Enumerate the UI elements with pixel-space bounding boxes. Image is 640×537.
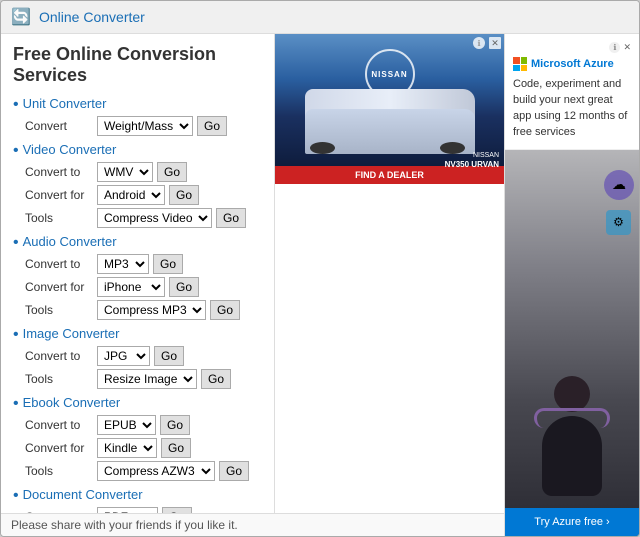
ad-info-icon: ℹ bbox=[473, 37, 485, 49]
bullet-icon: • bbox=[13, 143, 19, 159]
ebook-convert-for-select[interactable]: KindleKobo bbox=[97, 438, 157, 458]
azure-close-button[interactable]: ✕ bbox=[623, 42, 631, 53]
audio-tools-row: Tools Compress MP3Trim MP3 Go bbox=[13, 300, 262, 320]
app-icon: 🔄 bbox=[11, 7, 31, 27]
azure-brand-row: Microsoft Azure bbox=[513, 57, 631, 71]
video-convert-to-go[interactable]: Go bbox=[157, 162, 187, 182]
nissan-model: NISSAN NV350 URVAN bbox=[445, 152, 499, 170]
microsoft-logo bbox=[513, 57, 527, 71]
ebook-convert-for-row: Convert for KindleKobo Go bbox=[13, 438, 262, 458]
video-tools-go[interactable]: Go bbox=[216, 208, 246, 228]
azure-ad-panel: ℹ ✕ Microsoft Azure Code, experiment and… bbox=[505, 34, 639, 150]
ebook-convert-to-select[interactable]: EPUBMOBIPDF bbox=[97, 415, 156, 435]
bullet-icon: • bbox=[13, 396, 19, 412]
ebook-convert-for-label: Convert for bbox=[25, 441, 93, 455]
image-tools-select[interactable]: Resize ImageCrop Image bbox=[97, 369, 197, 389]
unit-go-button[interactable]: Go bbox=[197, 116, 227, 136]
image-tools-go[interactable]: Go bbox=[201, 369, 231, 389]
audio-convert-for-go[interactable]: Go bbox=[169, 277, 199, 297]
video-convert-for-label: Convert for bbox=[25, 188, 93, 202]
title-bar: 🔄 Online Converter bbox=[1, 1, 639, 34]
video-convert-to-label: Convert to bbox=[25, 165, 93, 179]
ebook-convert-to-go[interactable]: Go bbox=[160, 415, 190, 435]
nissan-logo-text: NISSAN bbox=[371, 70, 407, 79]
nissan-ad-close-button[interactable]: ✕ bbox=[489, 37, 501, 49]
image-convert-to-label: Convert to bbox=[25, 349, 93, 363]
unit-converter-section: • Unit Converter Convert Weight/Mass Len… bbox=[13, 96, 262, 136]
ebook-converter-section: • Ebook Converter Convert to EPUBMOBIPDF… bbox=[13, 395, 262, 481]
audio-tools-select[interactable]: Compress MP3Trim MP3 bbox=[97, 300, 206, 320]
video-converter-link[interactable]: Video Converter bbox=[23, 142, 117, 157]
audio-convert-to-label: Convert to bbox=[25, 257, 93, 271]
converters-panel: Free Online Conversion Services • Unit C… bbox=[1, 34, 274, 513]
unit-convert-row: Convert Weight/Mass Length Temperature G… bbox=[13, 116, 262, 136]
video-convert-for-go[interactable]: Go bbox=[169, 185, 199, 205]
image-converter-link[interactable]: Image Converter bbox=[23, 326, 120, 341]
azure-ad-text: Code, experiment and build your next gre… bbox=[513, 77, 631, 141]
unit-convert-label: Convert bbox=[25, 119, 93, 133]
page-title: Free Online Conversion Services bbox=[13, 44, 262, 86]
bullet-icon: • bbox=[13, 97, 19, 113]
image-tools-label: Tools bbox=[25, 372, 93, 386]
image-converter-section: • Image Converter Convert to JPGPNGGIF G… bbox=[13, 326, 262, 389]
audio-converter-section: • Audio Converter Convert to MP3WAVAAC G… bbox=[13, 234, 262, 320]
audio-convert-to-row: Convert to MP3WAVAAC Go bbox=[13, 254, 262, 274]
video-converter-section: • Video Converter Convert to WMVMP4AVI G… bbox=[13, 142, 262, 228]
unit-converter-link[interactable]: Unit Converter bbox=[23, 96, 107, 111]
video-convert-to-row: Convert to WMVMP4AVI Go bbox=[13, 162, 262, 182]
video-tools-select[interactable]: Compress VideoTrim Video bbox=[97, 208, 212, 228]
document-converter-link[interactable]: Document Converter bbox=[23, 487, 143, 502]
car-image bbox=[305, 89, 475, 154]
ebook-tools-label: Tools bbox=[25, 464, 93, 478]
azure-brand-name: Microsoft Azure bbox=[531, 58, 614, 70]
audio-tools-label: Tools bbox=[25, 303, 93, 317]
find-dealer-text: FIND A DEALER bbox=[355, 170, 424, 180]
bottom-bar-text: Please share with your friends if you li… bbox=[11, 518, 238, 532]
audio-convert-for-select[interactable]: iPhoneAndroid bbox=[97, 277, 165, 297]
app-title: Online Converter bbox=[39, 9, 145, 25]
video-convert-to-select[interactable]: WMVMP4AVI bbox=[97, 162, 153, 182]
image-tools-row: Tools Resize ImageCrop Image Go bbox=[13, 369, 262, 389]
document-converter-section: • Document Converter Convert to PDFDOCXT… bbox=[13, 487, 262, 513]
audio-tools-go[interactable]: Go bbox=[210, 300, 240, 320]
nissan-model-name: NV350 URVAN bbox=[445, 160, 499, 170]
floating-icon-2: ⚙ bbox=[606, 210, 631, 235]
azure-person-image: ☁ ⚙ Try Azure free › bbox=[505, 150, 639, 536]
audio-convert-for-label: Convert for bbox=[25, 280, 93, 294]
ebook-converter-link[interactable]: Ebook Converter bbox=[23, 395, 121, 410]
image-convert-to-go[interactable]: Go bbox=[154, 346, 184, 366]
bullet-icon: • bbox=[13, 488, 19, 504]
audio-convert-to-select[interactable]: MP3WAVAAC bbox=[97, 254, 149, 274]
azure-info-icon: ℹ bbox=[609, 42, 620, 53]
image-convert-to-select[interactable]: JPGPNGGIF bbox=[97, 346, 150, 366]
ebook-convert-to-row: Convert to EPUBMOBIPDF Go bbox=[13, 415, 262, 435]
azure-cta-text: Try Azure free › bbox=[534, 516, 609, 528]
video-convert-for-select[interactable]: AndroidiPhone bbox=[97, 185, 165, 205]
video-tools-label: Tools bbox=[25, 211, 93, 225]
ebook-tools-go[interactable]: Go bbox=[219, 461, 249, 481]
azure-cta-button[interactable]: Try Azure free › bbox=[505, 508, 639, 536]
bullet-icon: • bbox=[13, 327, 19, 343]
ebook-convert-for-go[interactable]: Go bbox=[161, 438, 191, 458]
unit-convert-select[interactable]: Weight/Mass Length Temperature bbox=[97, 116, 193, 136]
bullet-icon: • bbox=[13, 235, 19, 251]
audio-convert-to-go[interactable]: Go bbox=[153, 254, 183, 274]
video-tools-row: Tools Compress VideoTrim Video Go bbox=[13, 208, 262, 228]
image-convert-to-row: Convert to JPGPNGGIF Go bbox=[13, 346, 262, 366]
main-window: 🔄 Online Converter Free Online Conversio… bbox=[0, 0, 640, 537]
ebook-tools-select[interactable]: Compress AZW3Split Ebook bbox=[97, 461, 215, 481]
ebook-tools-row: Tools Compress AZW3Split Ebook Go bbox=[13, 461, 262, 481]
nissan-brand-small: NISSAN bbox=[445, 152, 499, 160]
ebook-convert-to-label: Convert to bbox=[25, 418, 93, 432]
video-convert-for-row: Convert for AndroidiPhone Go bbox=[13, 185, 262, 205]
bottom-bar: Please share with your friends if you li… bbox=[1, 513, 504, 536]
audio-convert-for-row: Convert for iPhoneAndroid Go bbox=[13, 277, 262, 297]
audio-converter-link[interactable]: Audio Converter bbox=[23, 234, 117, 249]
floating-icon-1: ☁ bbox=[604, 170, 634, 200]
